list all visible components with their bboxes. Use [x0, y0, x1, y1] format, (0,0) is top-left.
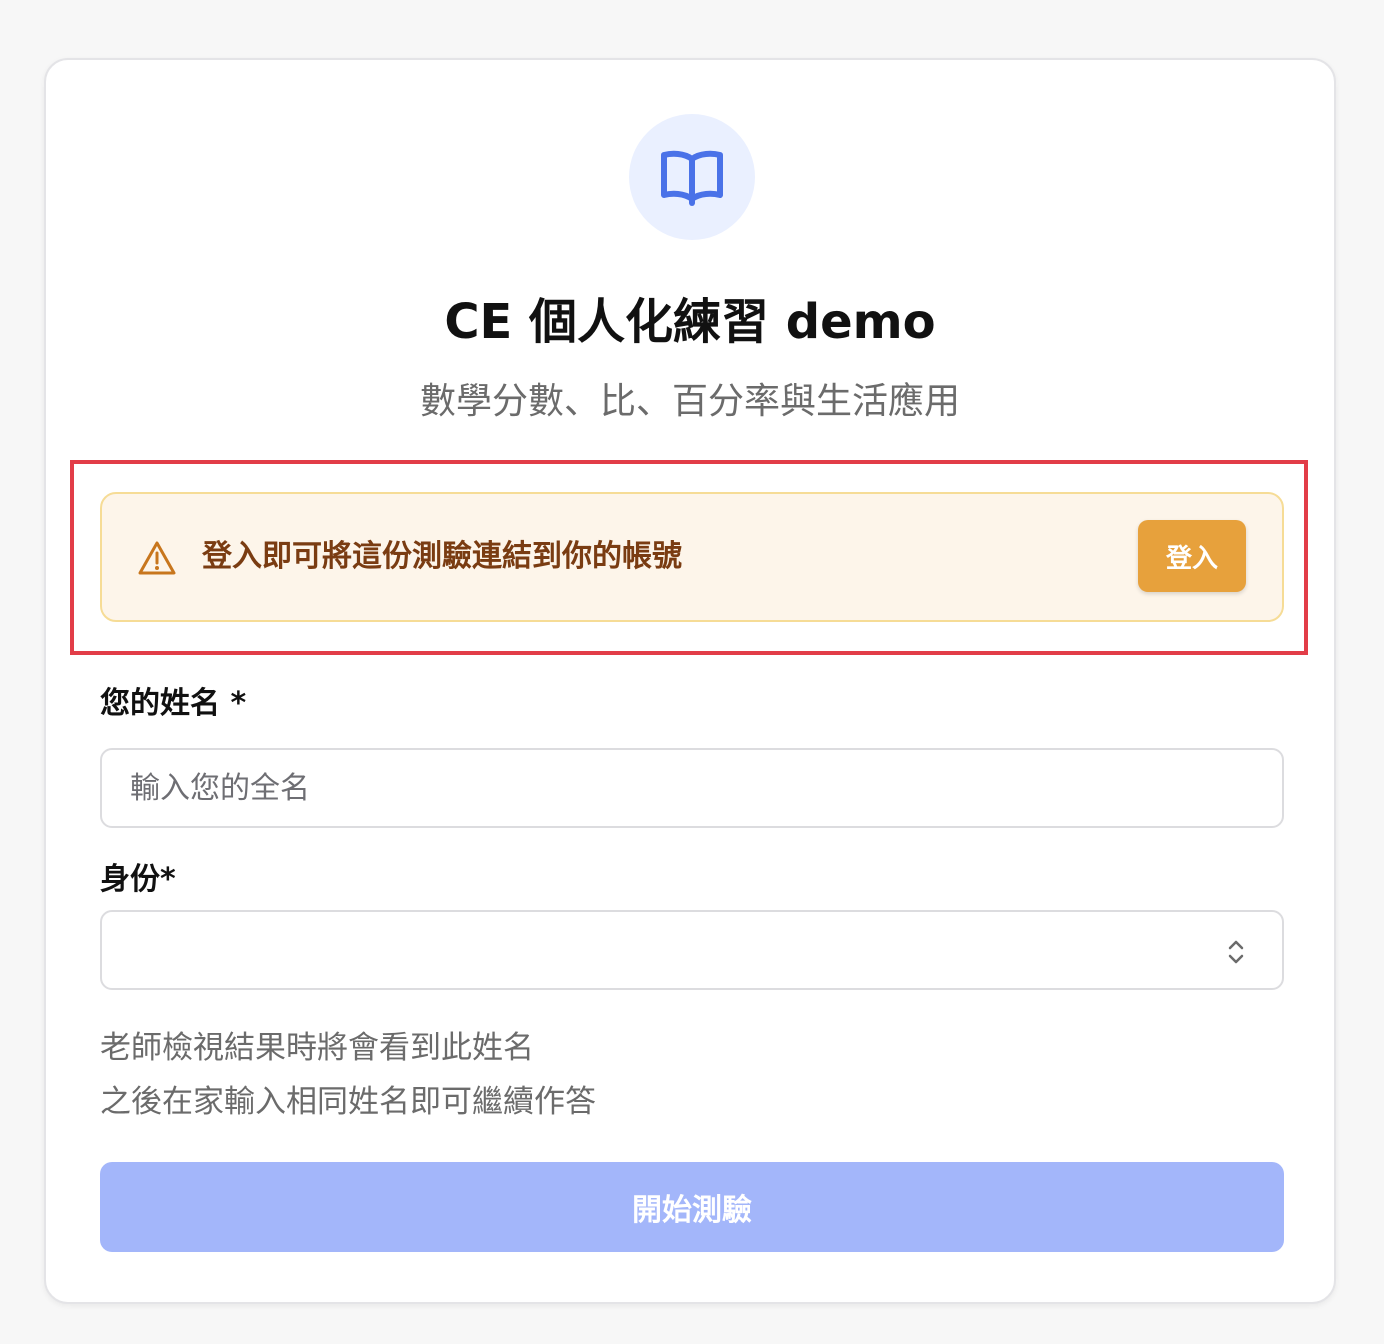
page-subtitle: 數學分數、比、百分率與生活應用	[419, 381, 960, 422]
open-book-icon	[661, 150, 723, 206]
role-field-label: 身份*	[100, 862, 176, 897]
entry-card: CE 個人化練習 demo 數學分數、比、百分率與生活應用 登入即可將這份測驗連…	[44, 58, 1336, 1304]
warning-triangle-icon	[138, 541, 176, 575]
hint-text-teacher: 老師檢視結果時將會看到此姓名	[100, 1030, 534, 1066]
name-input[interactable]	[100, 748, 1284, 828]
login-banner: 登入即可將這份測驗連結到你的帳號 登入	[100, 492, 1284, 622]
logo-badge	[629, 114, 755, 240]
login-banner-message: 登入即可將這份測驗連結到你的帳號	[202, 539, 682, 574]
up-down-chevron-icon	[1228, 940, 1244, 964]
hint-text-continue: 之後在家輸入相同姓名即可繼續作答	[100, 1084, 596, 1120]
name-field-label: 您的姓名 *	[100, 686, 247, 721]
role-select[interactable]	[100, 910, 1284, 990]
page-title: CE 個人化練習 demo	[444, 294, 936, 350]
start-quiz-button[interactable]: 開始測驗	[100, 1162, 1284, 1252]
login-button[interactable]: 登入	[1138, 520, 1246, 592]
